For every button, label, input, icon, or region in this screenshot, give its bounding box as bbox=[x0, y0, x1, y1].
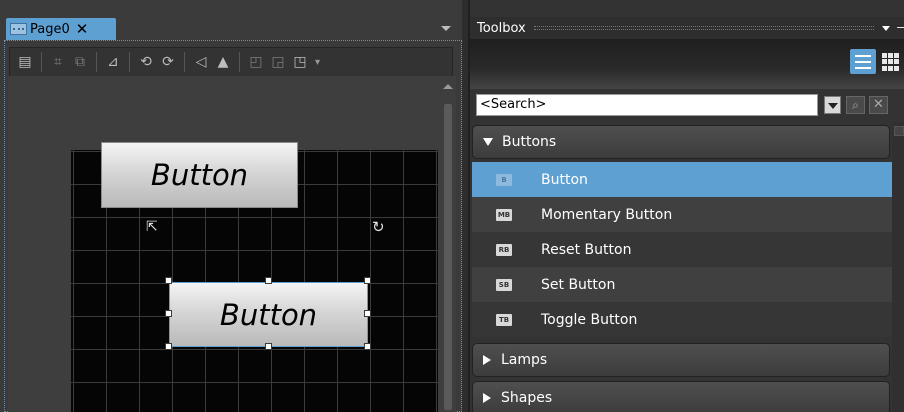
search-dropdown-icon[interactable] bbox=[824, 96, 841, 114]
toolbox-item-momentary-button[interactable]: MB Momentary Button bbox=[472, 197, 892, 232]
toolbox-pane: Toolbox ⊣ <Search> ⌕ ✕ Buttons B Button … bbox=[468, 0, 904, 412]
document-tabstrip: Page0 ✕ bbox=[0, 0, 462, 40]
toolbar-separator bbox=[96, 52, 97, 72]
toolbar-overflow-icon[interactable]: ▾ bbox=[315, 57, 320, 68]
toolbox-item-toggle-button[interactable]: TB Toggle Button bbox=[472, 302, 892, 337]
toolbox-view-bar bbox=[470, 39, 904, 89]
toolbar-separator bbox=[41, 52, 42, 72]
toolbar-separator bbox=[129, 52, 130, 72]
grid-view-icon[interactable] bbox=[882, 53, 900, 71]
rotate-handle-icon[interactable]: ↻ bbox=[372, 218, 385, 236]
scroll-thumb[interactable] bbox=[444, 104, 452, 410]
item-label: Reset Button bbox=[541, 241, 632, 258]
page-icon bbox=[10, 23, 27, 35]
document-list-dropdown[interactable] bbox=[441, 26, 451, 31]
group-shapes[interactable]: Shapes bbox=[472, 381, 890, 412]
selection-handle[interactable] bbox=[265, 343, 272, 350]
selection-handle[interactable] bbox=[364, 310, 371, 317]
toolbox-title: Toolbox bbox=[477, 20, 526, 36]
collapsed-arrow-icon bbox=[483, 393, 491, 403]
close-tab-icon[interactable]: ✕ bbox=[76, 21, 89, 37]
item-label: Toggle Button bbox=[541, 311, 638, 328]
search-input[interactable]: <Search> bbox=[476, 94, 818, 116]
canvas-button-1[interactable]: Button bbox=[101, 142, 298, 208]
flip-horizontal-icon[interactable]: ◁ bbox=[190, 52, 212, 72]
align-icon[interactable]: ⊿ bbox=[102, 52, 124, 72]
button-icon: B bbox=[496, 173, 512, 186]
rotate-left-icon[interactable]: ⟲ bbox=[135, 52, 157, 72]
set-button-icon: SB bbox=[496, 278, 512, 291]
properties-icon[interactable]: ▤ bbox=[14, 52, 36, 72]
selection-handle[interactable] bbox=[364, 277, 371, 284]
toolbox-item-set-button[interactable]: SB Set Button bbox=[472, 267, 892, 302]
document-pane: Page0 ✕ ▤ ⌗ ⧉ ⊿ ⟲ ⟳ ◁ ▲ ◰ ◲ ◳ ▾ Button ⇱… bbox=[0, 0, 462, 412]
toggle-button-icon: TB bbox=[496, 313, 512, 326]
toolbox-list: Buttons B Button MB Momentary Button RB … bbox=[470, 122, 904, 412]
toolbar-separator bbox=[184, 52, 185, 72]
toolbox-scrollbar[interactable] bbox=[892, 122, 904, 412]
selection-handle[interactable] bbox=[165, 277, 172, 284]
toolbox-item-reset-button[interactable]: RB Reset Button bbox=[472, 232, 892, 267]
group-label: Buttons bbox=[502, 134, 557, 150]
rotate-right-icon[interactable]: ⟳ bbox=[157, 52, 179, 72]
tab-page0[interactable]: Page0 ✕ bbox=[6, 18, 116, 40]
group-icon[interactable]: ⌗ bbox=[47, 52, 69, 72]
selection-handle[interactable] bbox=[165, 343, 172, 350]
clear-search-icon[interactable]: ✕ bbox=[869, 96, 888, 114]
flip-vertical-icon[interactable]: ▲ bbox=[212, 52, 234, 72]
chevron-down-icon[interactable] bbox=[882, 25, 890, 31]
collapsed-arrow-icon bbox=[483, 355, 491, 365]
canvas-button-2-text: Button bbox=[219, 297, 318, 332]
group-buttons[interactable]: Buttons bbox=[472, 125, 890, 159]
item-label: Momentary Button bbox=[541, 206, 673, 223]
canvas-button-2-selected[interactable]: Button bbox=[169, 282, 368, 347]
group-label: Shapes bbox=[501, 390, 553, 406]
canvas-button-1-text: Button bbox=[150, 158, 249, 192]
momentary-button-icon: MB bbox=[496, 208, 512, 221]
selection-handle[interactable] bbox=[265, 277, 272, 284]
search-row: <Search> ⌕ ✕ bbox=[476, 94, 904, 116]
toolbox-header: Toolbox ⊣ bbox=[470, 17, 904, 39]
scroll-up-icon[interactable] bbox=[443, 84, 453, 89]
ide-window: Page0 ✕ ▤ ⌗ ⧉ ⊿ ⟲ ⟳ ◁ ▲ ◰ ◲ ◳ ▾ Button ⇱… bbox=[0, 0, 904, 412]
scroll-up-icon[interactable] bbox=[894, 126, 904, 136]
reset-button-icon: RB bbox=[496, 243, 512, 256]
expanded-arrow-icon bbox=[483, 138, 493, 146]
toolbox-item-button[interactable]: B Button bbox=[472, 162, 892, 197]
send-backward-icon[interactable]: ◲ bbox=[267, 52, 289, 72]
bring-forward-icon[interactable]: ◰ bbox=[245, 52, 267, 72]
vertical-scrollbar[interactable] bbox=[440, 82, 456, 412]
group-label: Lamps bbox=[501, 352, 548, 368]
order-icon[interactable]: ◳ bbox=[289, 52, 311, 72]
selection-handle[interactable] bbox=[165, 310, 172, 317]
group-lamps[interactable]: Lamps bbox=[472, 343, 890, 377]
item-label: Button bbox=[541, 171, 588, 188]
pin-icon[interactable]: ⊣ bbox=[896, 21, 904, 36]
list-view-icon[interactable] bbox=[850, 49, 876, 74]
tab-label: Page0 bbox=[30, 21, 70, 37]
item-label: Set Button bbox=[541, 276, 616, 293]
ungroup-icon[interactable]: ⧉ bbox=[69, 52, 91, 72]
toolbar-separator bbox=[239, 52, 240, 72]
search-icon[interactable]: ⌕ bbox=[846, 96, 865, 114]
header-grip[interactable] bbox=[533, 26, 874, 30]
resize-corner-icon[interactable]: ⇱ bbox=[146, 219, 158, 235]
selection-handle[interactable] bbox=[364, 343, 371, 350]
editor-toolbar: ▤ ⌗ ⧉ ⊿ ⟲ ⟳ ◁ ▲ ◰ ◲ ◳ ▾ bbox=[9, 47, 453, 77]
